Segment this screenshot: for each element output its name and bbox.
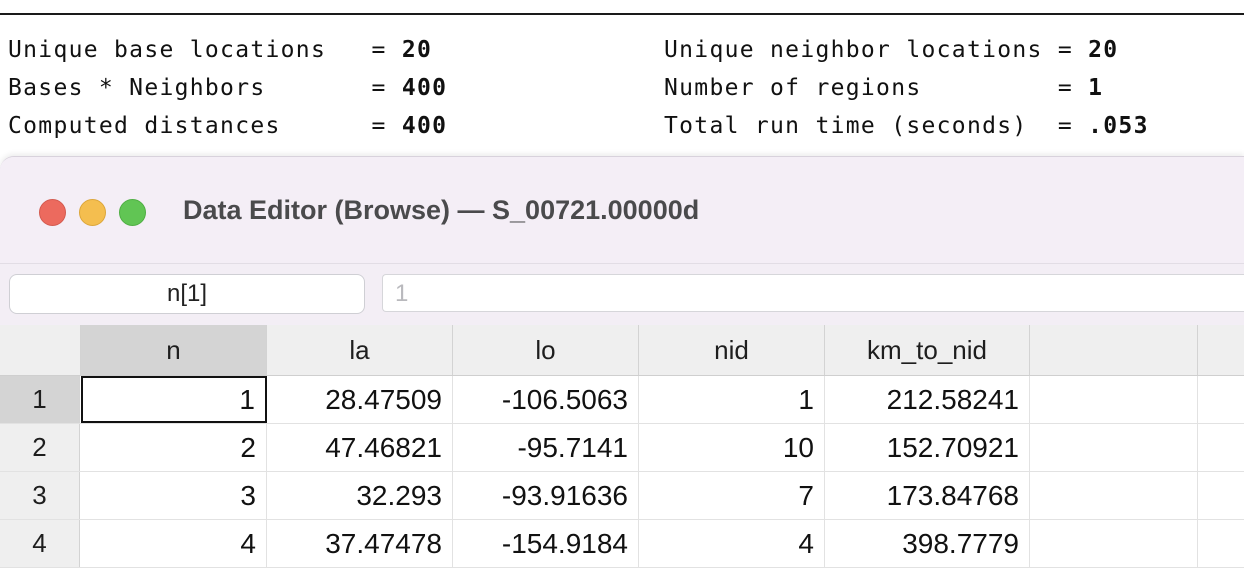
row-number[interactable]: 2	[0, 424, 80, 471]
table-row: 1 1 28.47509 -106.5063 1 212.58241	[0, 376, 1244, 424]
window-title: Data Editor (Browse) — S_00721.00000d	[183, 195, 700, 225]
data-cell[interactable]: 4	[81, 520, 267, 567]
zoom-window-button[interactable]	[119, 199, 146, 226]
result-line-right-1: Unique neighbor locations = 20	[664, 37, 1119, 63]
result-line-left-2: Bases * Neighbors = 400	[8, 75, 448, 101]
data-cell[interactable]: -93.91636	[453, 472, 639, 519]
data-cell[interactable]: 37.47478	[267, 520, 453, 567]
minimize-window-button[interactable]	[79, 199, 106, 226]
data-cell[interactable]: 1	[639, 376, 825, 423]
empty-cell[interactable]	[1030, 472, 1198, 519]
row-number[interactable]: 4	[0, 520, 80, 567]
header-corner[interactable]	[0, 325, 81, 375]
title-bar[interactable]: Data Editor (Browse) — S_00721.00000d	[0, 157, 1244, 263]
column-header-empty[interactable]	[1030, 325, 1198, 375]
table-row: 4 4 37.47478 -154.9184 4 398.7779	[0, 520, 1244, 568]
data-cell[interactable]: 1	[81, 376, 267, 423]
result-line-left-3: Computed distances = 400	[8, 113, 448, 139]
data-cell[interactable]: 28.47509	[267, 376, 453, 423]
table-row: 3 3 32.293 -93.91636 7 173.84768	[0, 472, 1244, 520]
close-window-button[interactable]	[39, 199, 66, 226]
row-number[interactable]: 3	[0, 472, 80, 519]
data-cell[interactable]: -95.7141	[453, 424, 639, 471]
table-row: 2 2 47.46821 -95.7141 10 152.70921	[0, 424, 1244, 472]
data-cell[interactable]: 173.84768	[825, 472, 1030, 519]
data-cell[interactable]: 3	[81, 472, 267, 519]
data-cell[interactable]: 212.58241	[825, 376, 1030, 423]
data-cell[interactable]: 398.7779	[825, 520, 1030, 567]
empty-cell[interactable]	[1030, 520, 1198, 567]
cell-value-input[interactable]: 1	[382, 274, 1244, 312]
empty-cell[interactable]	[1030, 424, 1198, 471]
column-header-empty[interactable]	[1198, 325, 1244, 375]
data-cell[interactable]: 152.70921	[825, 424, 1030, 471]
data-cell[interactable]: 4	[639, 520, 825, 567]
column-header-la[interactable]: la	[267, 325, 453, 375]
column-header-nid[interactable]: nid	[639, 325, 825, 375]
data-cell[interactable]: 10	[639, 424, 825, 471]
row-number[interactable]: 1	[0, 376, 80, 423]
column-header-n[interactable]: n	[81, 325, 267, 375]
results-divider	[0, 13, 1244, 15]
data-cell[interactable]: -106.5063	[453, 376, 639, 423]
data-cell[interactable]: 47.46821	[267, 424, 453, 471]
data-cell[interactable]: -154.9184	[453, 520, 639, 567]
cell-toolbar: n[1] 1	[0, 263, 1244, 324]
data-cell[interactable]: 32.293	[267, 472, 453, 519]
result-line-right-2: Number of regions = 1	[664, 75, 1104, 101]
result-line-right-3: Total run time (seconds) = .053	[664, 113, 1149, 139]
data-grid[interactable]: n la lo nid km_to_nid 1 1 28.47509 -106.…	[0, 325, 1244, 575]
results-window: Unique base locations = 20 Unique neighb…	[0, 0, 1244, 160]
data-cell[interactable]: 7	[639, 472, 825, 519]
data-cell[interactable]: 2	[81, 424, 267, 471]
variable-cell-reference[interactable]: n[1]	[9, 274, 365, 314]
result-line-left-1: Unique base locations = 20	[8, 37, 433, 63]
column-header-km-to-nid[interactable]: km_to_nid	[825, 325, 1030, 375]
grid-header: n la lo nid km_to_nid	[0, 325, 1244, 376]
data-editor-window: Data Editor (Browse) — S_00721.00000d n[…	[0, 156, 1244, 575]
column-header-lo[interactable]: lo	[453, 325, 639, 375]
empty-cell[interactable]	[1030, 376, 1198, 423]
